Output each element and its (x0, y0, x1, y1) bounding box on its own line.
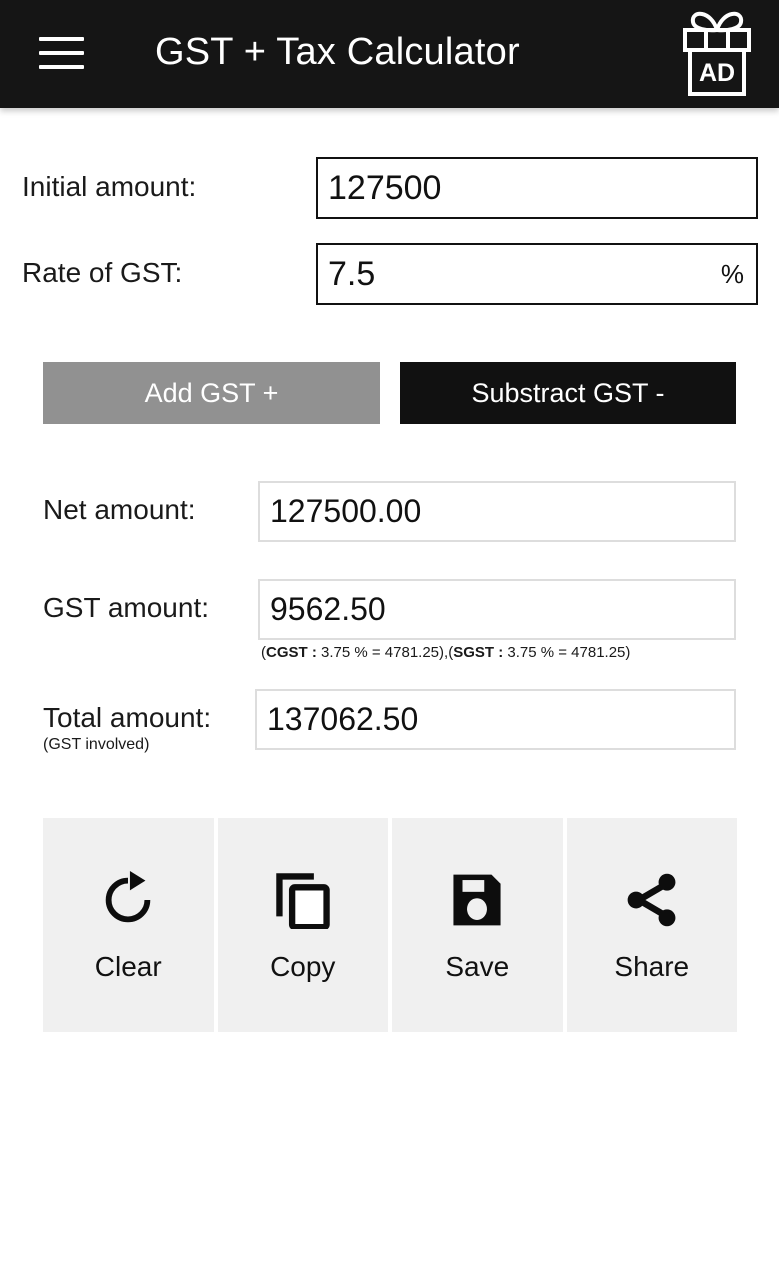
total-amount-label: Total amount: (43, 702, 212, 733)
hamburger-menu-icon[interactable] (30, 24, 92, 82)
cgst-detail: 3.75 % = 4781.25),( (316, 644, 454, 661)
menu-bar-2 (38, 51, 84, 55)
total-amount-sublabel: (GST involved) (43, 736, 150, 753)
mode-button-row: Add GST + Substract GST - (0, 362, 779, 424)
copy-label: Copy (270, 951, 336, 982)
gst-amount-field: 9562.50 (258, 579, 736, 640)
page-title: GST + Tax Calculator (155, 31, 520, 73)
menu-bar-3 (38, 65, 84, 69)
menu-bar-1 (38, 37, 84, 41)
net-amount-field: 127500.00 (258, 481, 736, 542)
gst-rate-value: 7.5 (328, 255, 376, 293)
percent-sign: % (720, 259, 744, 289)
save-label: Save (445, 951, 510, 982)
gst-amount-value: 9562.50 (270, 591, 386, 627)
share-nodes-icon (619, 867, 685, 933)
total-amount-field: 137062.50 (255, 689, 736, 750)
cgst-label: CGST : (266, 644, 317, 661)
save-button[interactable]: Save (392, 818, 563, 1032)
share-button[interactable]: Share (566, 818, 737, 1032)
gst-split-breakdown: (CGST : 3.75 % = 4781.25),(SGST : 3.75 %… (261, 643, 630, 663)
add-gst-button[interactable]: Add GST + (43, 362, 380, 424)
gst-rate-input[interactable]: 7.5 % (316, 243, 758, 305)
gst-calculator-screen: GST + Tax Calculator AD Initial amount: … (0, 0, 779, 1280)
ad-label: AD (699, 59, 735, 87)
copy-icon (270, 867, 336, 933)
sgst-detail: 3.75 % = 4781.25) (503, 644, 631, 661)
subtract-gst-button[interactable]: Substract GST - (400, 362, 736, 424)
floppy-disk-icon (444, 867, 510, 933)
total-amount-value: 137062.50 (267, 701, 419, 737)
clear-label: Clear (94, 951, 162, 982)
initial-amount-value: 127500 (328, 169, 442, 207)
gst-amount-label: GST amount: (43, 592, 210, 623)
clear-button[interactable]: Clear (43, 818, 214, 1032)
net-amount-label: Net amount: (43, 494, 196, 525)
initial-amount-input[interactable]: 127500 (316, 157, 758, 219)
action-bar: Clear Copy Save Share (43, 818, 737, 1032)
gift-ad-icon[interactable]: AD (669, 8, 765, 100)
gst-rate-label: Rate of GST: (22, 257, 183, 288)
initial-amount-label: Initial amount: (22, 171, 197, 202)
net-amount-value: 127500.00 (270, 493, 422, 529)
refresh-icon (95, 867, 161, 933)
share-label: Share (614, 951, 690, 982)
app-bar: GST + Tax Calculator AD (0, 0, 779, 108)
sgst-label: SGST : (453, 644, 504, 661)
copy-button[interactable]: Copy (217, 818, 388, 1032)
